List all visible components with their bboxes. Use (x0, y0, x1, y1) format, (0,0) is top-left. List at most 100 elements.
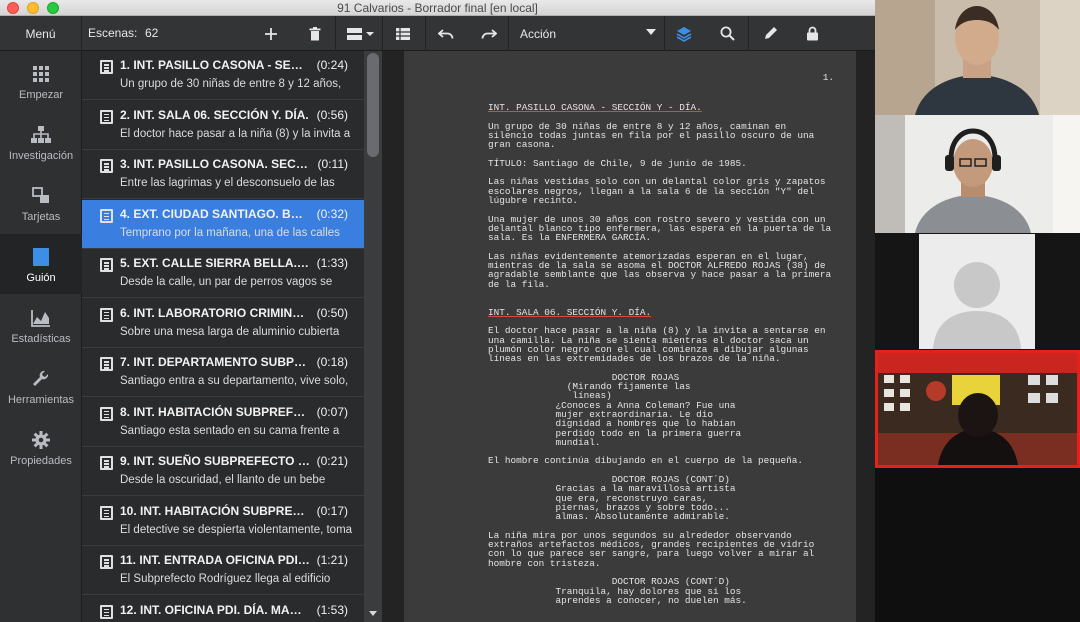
scene-duration: (0:07) (316, 404, 348, 419)
participant-video-1 (875, 0, 1080, 115)
sidebar-item-label: Estadísticas (11, 333, 71, 345)
scene-heading-line: INT. PASILLO CASONA - SECCIÓN Y - DÍA. (488, 102, 702, 113)
scene-summary: Un grupo de 30 niñas de entre 8 y 12 año… (120, 78, 342, 90)
script-line: dignidad a hombres que lo habían (488, 418, 736, 430)
sidebar-item-empezar[interactable]: Empezar (0, 51, 82, 111)
sidebar-item-label: Tarjetas (21, 211, 61, 223)
sidebar-item-investigacion[interactable]: Investigación (0, 112, 82, 172)
sidebar-item-herramientas[interactable]: Herramientas (0, 356, 82, 416)
cards-icon (32, 185, 50, 207)
sidebar-item-label: Guión (26, 272, 56, 284)
scene-summary: Santiago esta sentado en su cama frente … (120, 424, 340, 437)
script-line: de la fila. (488, 278, 550, 290)
sidebar-item-label: Propiedades (10, 455, 72, 467)
scene-item[interactable]: 9. INT. SUEÑO SUBPREFECTO ROD… (0:21) De… (82, 447, 364, 496)
scene-summary: El doctor hace pasar a la niña (8) y la … (120, 127, 351, 140)
scene-duration: (0:50) (316, 305, 348, 320)
layers-button[interactable] (670, 16, 698, 51)
add-scene-button[interactable] (258, 16, 284, 51)
scroll-down-arrow-icon[interactable] (369, 611, 377, 616)
lock-button[interactable] (798, 16, 826, 51)
scenes-count: 62 (145, 26, 159, 40)
scene-summary: Entre las lagrimas y el desconsuelo de l… (120, 177, 335, 189)
layers-icon (676, 26, 692, 42)
scenes-label: Escenas: (88, 26, 138, 40)
delete-scene-button[interactable] (302, 16, 328, 51)
scrollbar-thumb[interactable] (367, 53, 379, 157)
scene-item[interactable]: 7. INT. DEPARTAMENTO SUBPREF… (0:18) San… (82, 348, 364, 397)
document-icon (100, 109, 113, 124)
sidebar-item-tarjetas[interactable]: Tarjetas (0, 173, 82, 233)
script-line: líneas en las extremidades de los brazos… (488, 353, 781, 365)
script-line: TÍTULO: Santiago de Chile, 9 de junio de… (488, 157, 747, 169)
sidebar-item-guion[interactable]: Guión (0, 234, 82, 294)
scene-duration: (1:33) (316, 256, 348, 270)
scene-duration: (1:21) (316, 553, 348, 567)
gear-icon (32, 429, 50, 451)
redo-button[interactable] (476, 16, 502, 51)
scene-summary: El Subprefecto Rodríguez llega al edific… (120, 573, 331, 585)
scene-title: 12. INT. OFICINA PDI. DÍA. MAÑA… (120, 602, 310, 617)
scene-duration: (0:56) (316, 107, 348, 122)
scene-summary: Santiago entra a su departamento, vive s… (120, 375, 349, 387)
window-title: 91 Calvarios - Borrador final [en local] (337, 1, 538, 15)
outline-view-button[interactable] (390, 16, 416, 51)
scene-title: 3. INT. PASILLO CASONA. SECCIÓ… (120, 157, 310, 171)
scene-heading-line: INT. SALA 06. SECCIÓN Y. DÍA. (488, 306, 652, 318)
scene-item-selected[interactable]: 4. EXT. CIUDAD SANTIAGO. BARRI… (0:32) T… (82, 199, 364, 249)
document-icon (100, 604, 113, 619)
scene-title: 9. INT. SUEÑO SUBPREFECTO ROD… (120, 454, 310, 468)
scene-item[interactable]: 2. INT. SALA 06. SECCIÓN Y. DÍA. (0:56) … (82, 101, 364, 150)
scene-duration: (0:24) (316, 58, 348, 72)
scene-summary: El detective se despierta violentamente,… (120, 523, 353, 536)
scene-item[interactable]: 5. EXT. CALLE SIERRA BELLA. BAR… (1:33) … (82, 249, 364, 298)
scene-duration: (0:21) (316, 454, 348, 468)
menu-button[interactable]: Menú (0, 16, 82, 51)
hierarchy-icon (31, 124, 51, 146)
video-call-panel (875, 0, 1080, 622)
scene-item[interactable]: 12. INT. OFICINA PDI. DÍA. MAÑA… (1:53) (82, 596, 364, 622)
script-line: El doctor hace pasar a la niña (8) y la … (488, 325, 826, 337)
scene-item[interactable]: 10. INT. HABITACIÓN SUBPREFEC… (0:17) El… (82, 497, 364, 546)
scene-summary: Desde la calle, un par de perros vagos s… (120, 276, 333, 288)
document-icon (100, 258, 113, 272)
scene-duration: (0:18) (316, 355, 348, 369)
script-page[interactable]: 1. INT. PASILLO CASONA - SECCIÓN Y - DÍA… (404, 51, 856, 622)
scenes-scrollbar[interactable] (364, 51, 382, 622)
scene-title: 10. INT. HABITACIÓN SUBPREFEC… (120, 503, 310, 518)
participant-video-4-active-speaker (875, 350, 1080, 468)
sidebar-item-label: Empezar (18, 89, 64, 101)
page-number: 1. (822, 72, 834, 83)
document-icon (100, 159, 113, 173)
scene-title: 4. EXT. CIUDAD SANTIAGO. BARRI… (120, 206, 310, 221)
edit-button[interactable] (756, 16, 784, 51)
trash-icon (309, 26, 321, 40)
undo-button[interactable] (433, 16, 459, 51)
scene-duration: (0:11) (317, 157, 348, 171)
document-icon (100, 456, 113, 470)
document-icon (100, 555, 113, 569)
scene-summary: Temprano por la mañana, una de las calle… (120, 226, 340, 239)
search-icon (720, 26, 735, 41)
script-line: lúgubre recinto. (488, 195, 579, 206)
scene-title: 8. INT. HABITACIÓN SUBPREFECT… (120, 404, 310, 419)
scene-item[interactable]: 1. INT. PASILLO CASONA - SECCI… (0:24) U… (82, 51, 364, 100)
video-panel-empty-area (875, 468, 1080, 622)
scene-summary: Sobre una mesa larga de aluminio cubiert… (120, 325, 340, 338)
scenes-list: 1. INT. PASILLO CASONA - SECCI… (0:24) U… (82, 51, 364, 622)
participant-video-2 (875, 115, 1080, 233)
grid-icon (32, 63, 50, 85)
scene-item[interactable]: 6. INT. LABORATORIO CRIMINALÍ… (0:50) So… (82, 299, 364, 348)
script-line: El hombre continúa dibujando en el cuerp… (488, 455, 804, 467)
element-type-select[interactable]: Acción (512, 16, 662, 51)
scene-item[interactable]: 8. INT. HABITACIÓN SUBPREFECT… (0:07) Sa… (82, 398, 364, 447)
scene-item[interactable]: 11. INT. ENTRADA OFICINA PDI. D… (1:21) … (82, 546, 364, 595)
sidebar-item-estadisticas[interactable]: Estadísticas (0, 295, 82, 355)
document-icon (100, 208, 113, 223)
layout-icon (347, 27, 374, 40)
sidebar-item-propiedades[interactable]: Propiedades (0, 417, 82, 477)
layout-dropdown-button[interactable] (340, 16, 380, 51)
search-button[interactable] (713, 16, 741, 51)
lock-icon (806, 26, 818, 41)
scene-item[interactable]: 3. INT. PASILLO CASONA. SECCIÓ… (0:11) E… (82, 150, 364, 199)
